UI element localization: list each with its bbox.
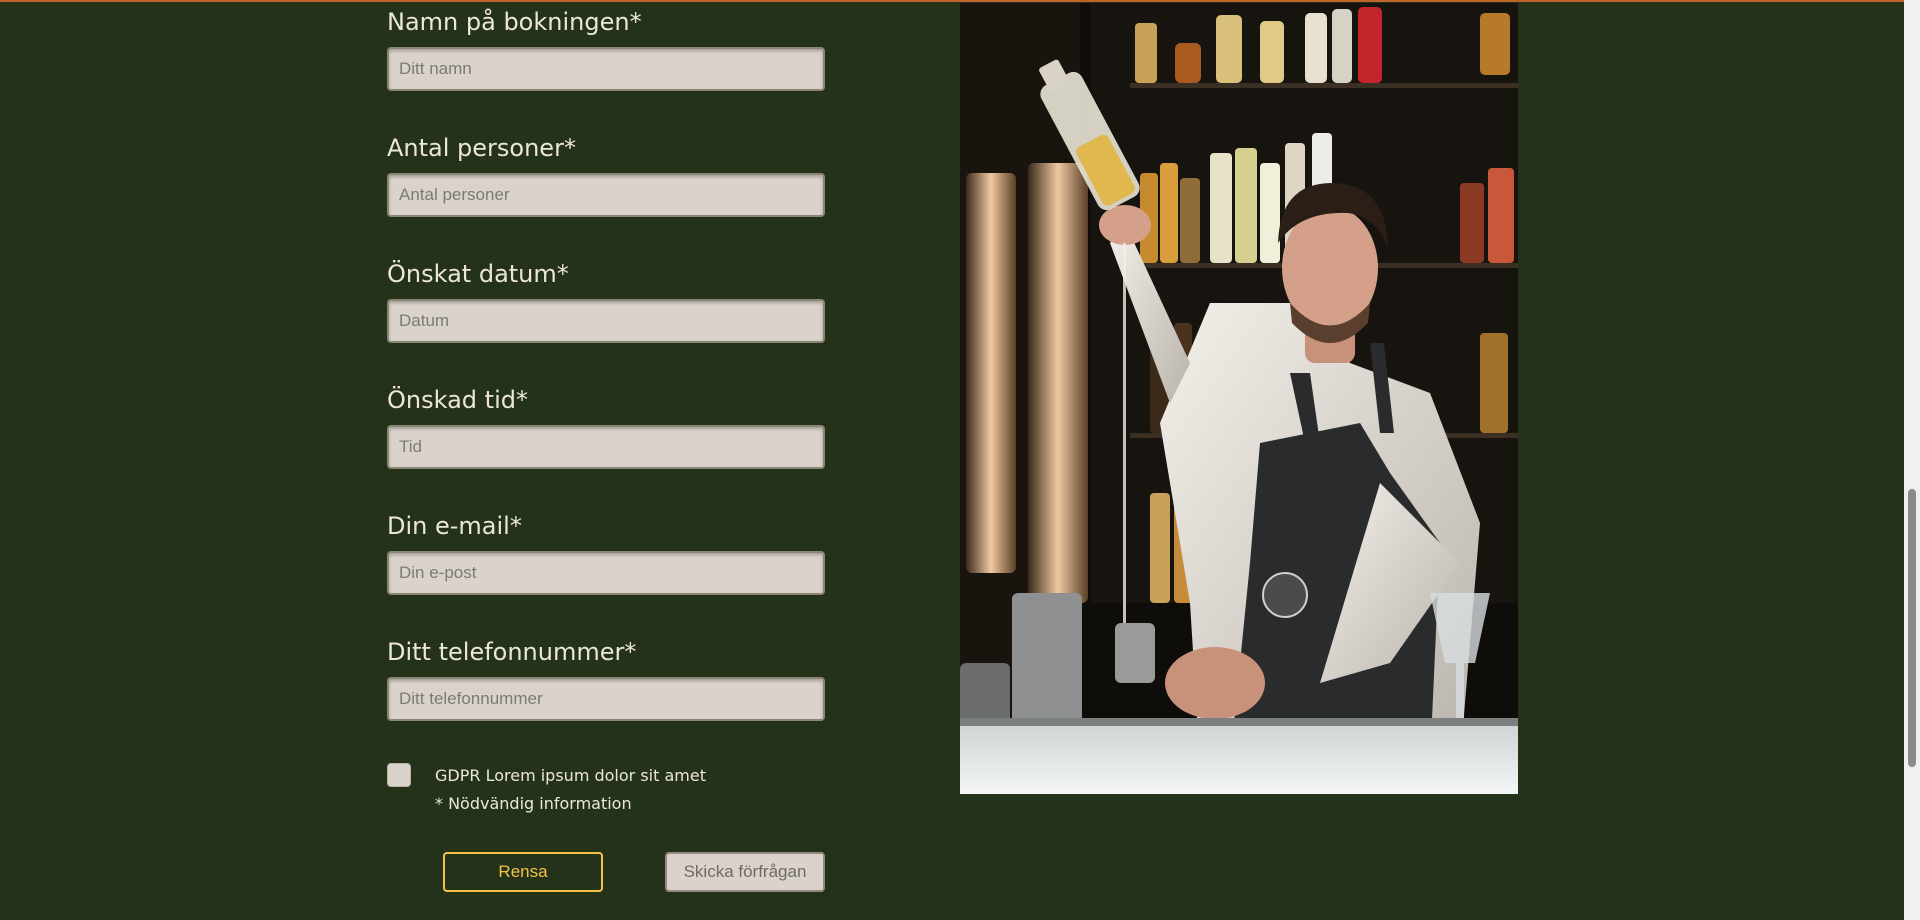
time-input[interactable] [387, 425, 825, 469]
field-booking-name: Namn på bokningen* [387, 6, 827, 91]
email-label: Din e-mail* [387, 512, 522, 540]
booking-name-input[interactable] [387, 47, 825, 91]
top-accent-line [0, 0, 1920, 2]
time-label: Önskad tid* [387, 386, 528, 414]
email-input[interactable] [387, 551, 825, 595]
date-input[interactable] [387, 299, 825, 343]
submit-request-button[interactable]: Skicka förfrågan [665, 852, 825, 892]
field-time: Önskad tid* [387, 384, 827, 469]
reset-button[interactable]: Rensa [443, 852, 603, 892]
phone-label: Ditt telefonnummer* [387, 638, 637, 666]
party-size-input[interactable] [387, 173, 825, 217]
scrollbar-thumb[interactable] [1908, 489, 1916, 767]
field-party-size: Antal personer* [387, 132, 827, 217]
phone-input[interactable] [387, 677, 825, 721]
page-scrollbar[interactable] [1904, 0, 1920, 920]
field-phone: Ditt telefonnummer* [387, 636, 827, 721]
gdpr-checkbox[interactable] [387, 763, 411, 787]
required-info-note: * Nödvändig information [435, 794, 632, 813]
field-date: Önskat datum* [387, 258, 827, 343]
booking-name-label: Namn på bokningen* [387, 8, 642, 36]
field-email: Din e-mail* [387, 510, 827, 595]
date-label: Önskat datum* [387, 260, 569, 288]
bartender-photo [960, 3, 1518, 794]
party-size-label: Antal personer* [387, 134, 576, 162]
gdpr-consent-row: GDPR Lorem ipsum dolor sit amet [387, 763, 827, 793]
gdpr-label: GDPR Lorem ipsum dolor sit amet [435, 766, 706, 785]
